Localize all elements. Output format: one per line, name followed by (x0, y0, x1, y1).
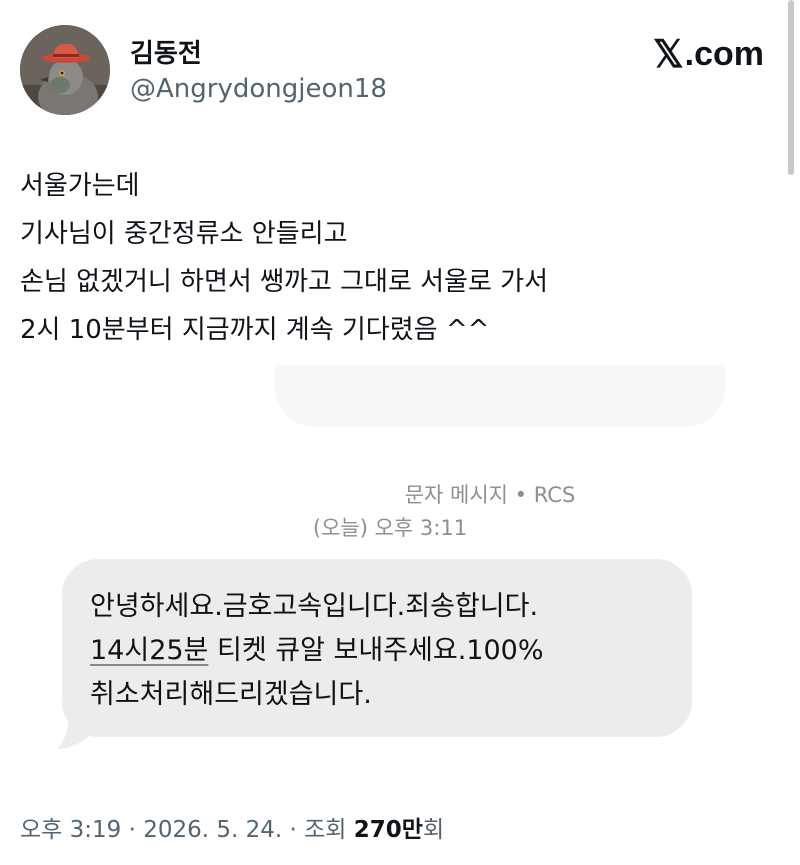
avatar[interactable] (20, 25, 110, 115)
message-line: 14시25분 티켓 큐알 보내주세요.100% (90, 629, 680, 673)
tweet-text: 서울가는데 기사님이 중간정류소 안들리고 손님 없겠거니 하면서 쌩까고 그대… (20, 162, 760, 354)
previous-message-bubble (275, 365, 725, 427)
embedded-screenshot[interactable]: 문자 메시지 • RCS (오늘) 오후 3:11 안녕하세요.금호고속입니다.… (0, 365, 800, 785)
view-suffix: 회 (422, 817, 445, 843)
post-timestamp[interactable]: 오후 3:19 · 2026. 5. 24. · 조회 (20, 817, 354, 843)
time-link[interactable]: 14시25분 (90, 635, 208, 666)
message-line: 취소처리해드리겠습니다. (90, 679, 372, 710)
bubble-tail-icon (57, 703, 93, 749)
tweet-line: 손님 없겠거니 하면서 쌩까고 그대로 서울로 가서 (20, 267, 548, 297)
scrollbar[interactable] (788, 0, 794, 175)
x-com-logo: 𝕏 .com (653, 32, 764, 77)
x-logo-icon: 𝕏 (653, 34, 684, 76)
tweet-footer: 오후 3:19 · 2026. 5. 24. · 조회 270만회 (20, 810, 444, 844)
message-text: 안녕하세요.금호고속입니다.죄송합니다. 14시25분 티켓 큐알 보내주세요.… (90, 585, 680, 717)
author-handle[interactable]: @Angrydongjeon18 (130, 74, 387, 104)
message-line-rest: 티켓 큐알 보내주세요.100% (208, 635, 544, 666)
message-line: 안녕하세요.금호고속입니다.죄송합니다. (90, 591, 539, 622)
message-type-label: 문자 메시지 • RCS (404, 483, 576, 507)
pigeon-avatar-icon (20, 25, 110, 115)
tweet-line: 기사님이 중간정류소 안들리고 (20, 219, 348, 249)
author-display-name[interactable]: 김동전 (130, 33, 202, 70)
message-timestamp: (오늘) 오후 3:11 (312, 516, 468, 540)
tweet-line: 서울가는데 (20, 171, 140, 201)
tweet-line: 2시 10분부터 지금까지 계속 기다렸음 ^^ (20, 315, 490, 345)
view-count: 270만 (353, 817, 423, 843)
brand-domain: .com (684, 35, 764, 73)
